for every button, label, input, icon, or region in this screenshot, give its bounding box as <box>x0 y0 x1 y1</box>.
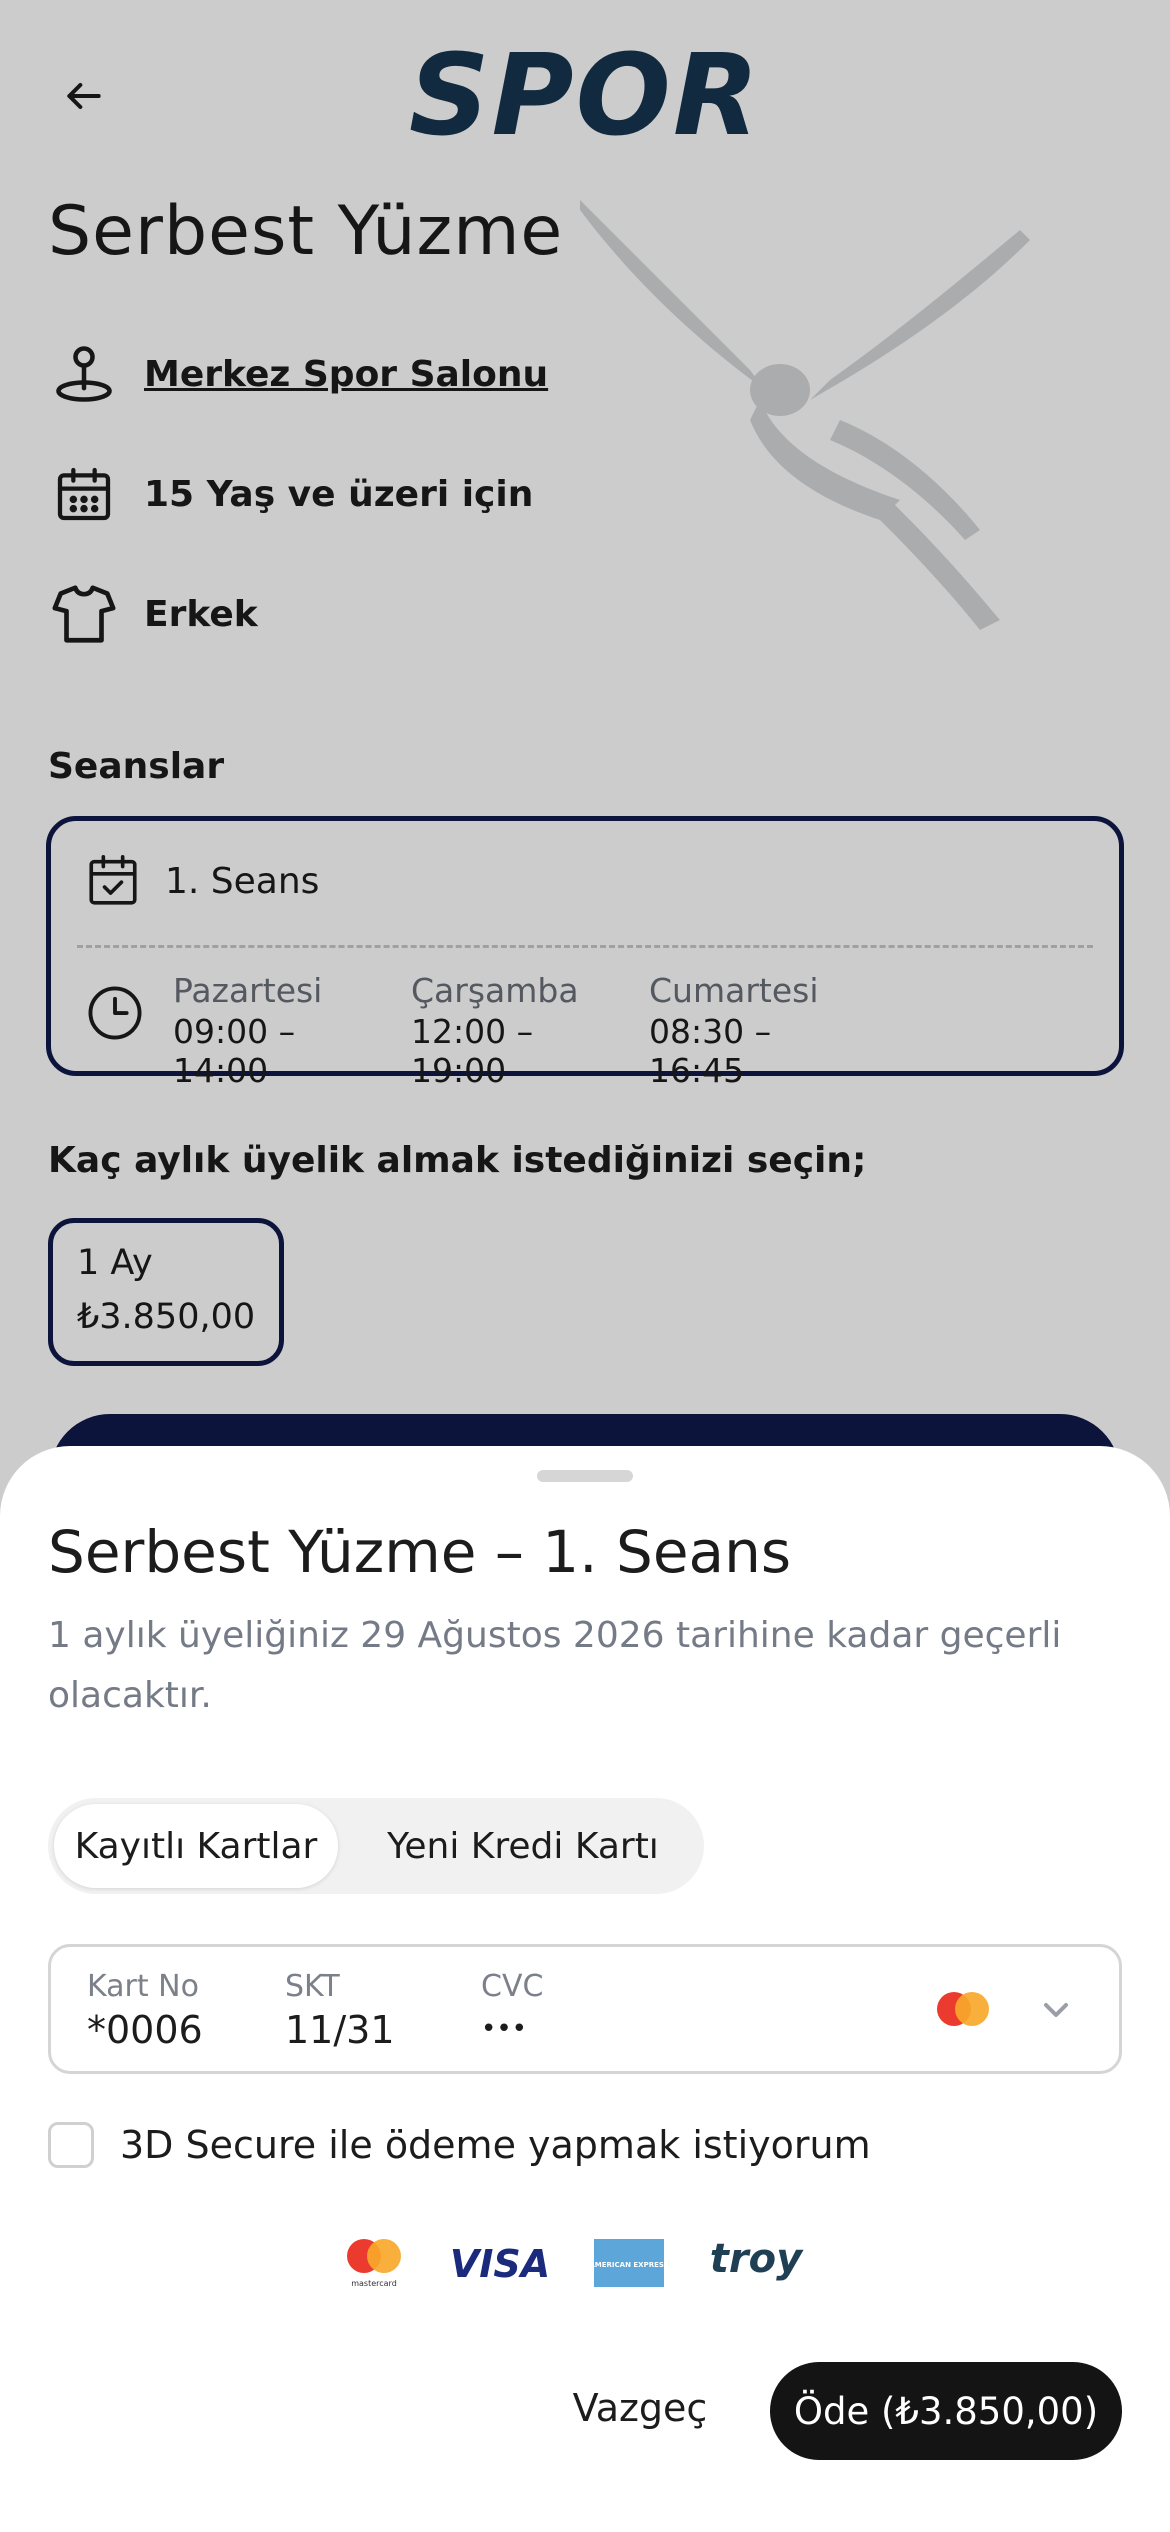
amex-logo: AMERICAN EXPRESS <box>589 2239 669 2291</box>
3d-secure-option[interactable]: 3D Secure ile ödeme yapmak istiyorum <box>48 2122 871 2168</box>
visa-logo: VISA <box>450 2241 550 2289</box>
card-cvc: CVC ••• <box>481 1969 543 2044</box>
validity-description: 1 aylık üyeliğiniz 29 Ağustos 2026 tarih… <box>48 1615 1062 1716</box>
app-screen: SPOR Serbest Yüzme Merkez Spor Salonu 15… <box>0 0 1170 2532</box>
svg-text:mastercard: mastercard <box>351 2279 397 2288</box>
sheet-grabber[interactable] <box>537 1470 633 1482</box>
svg-text:AMERICAN EXPRESS: AMERICAN EXPRESS <box>594 2261 664 2269</box>
svg-text:VISA: VISA <box>450 2242 550 2285</box>
chevron-down-icon[interactable] <box>1031 1985 1081 2035</box>
payment-logos: mastercard VISA AMERICAN EXPRESS troy <box>342 2236 852 2294</box>
mastercard-logo: mastercard <box>342 2236 406 2294</box>
card-type-segmented-control: Kayıtlı Kartlar Yeni Kredi Kartı <box>48 1798 704 1894</box>
svg-text:troy: troy <box>710 2236 804 2282</box>
card-cvc-value: ••• <box>481 2014 528 2044</box>
mastercard-icon <box>937 1992 989 2026</box>
tab-new-credit-card[interactable]: Yeni Kredi Kartı <box>348 1804 698 1888</box>
card-expiry-value: 11/31 <box>285 2008 395 2052</box>
tab-saved-cards[interactable]: Kayıtlı Kartlar <box>54 1804 338 1888</box>
card-number-label: Kart No <box>87 1969 199 2004</box>
sheet-title: Serbest Yüzme – 1. Seans <box>48 1518 792 1586</box>
pay-button[interactable]: Öde (₺3.850,00) <box>770 2362 1122 2460</box>
card-expiry: SKT 11/31 <box>285 1969 395 2052</box>
3d-secure-label: 3D Secure ile ödeme yapmak istiyorum <box>120 2123 871 2167</box>
card-number-value: *0006 <box>87 2008 203 2052</box>
card-expiry-label: SKT <box>285 1969 340 2004</box>
3d-secure-checkbox[interactable] <box>48 2122 94 2168</box>
card-cvc-label: CVC <box>481 1969 544 2004</box>
saved-card-select[interactable]: Kart No *0006 SKT 11/31 CVC ••• <box>48 1944 1122 2074</box>
cancel-button[interactable]: Vazgeç <box>560 2358 720 2458</box>
payment-sheet: Serbest Yüzme – 1. Seans 1 aylık üyeliği… <box>0 1446 1170 2532</box>
card-number: Kart No *0006 <box>87 1969 203 2052</box>
troy-logo: troy <box>708 2236 808 2294</box>
